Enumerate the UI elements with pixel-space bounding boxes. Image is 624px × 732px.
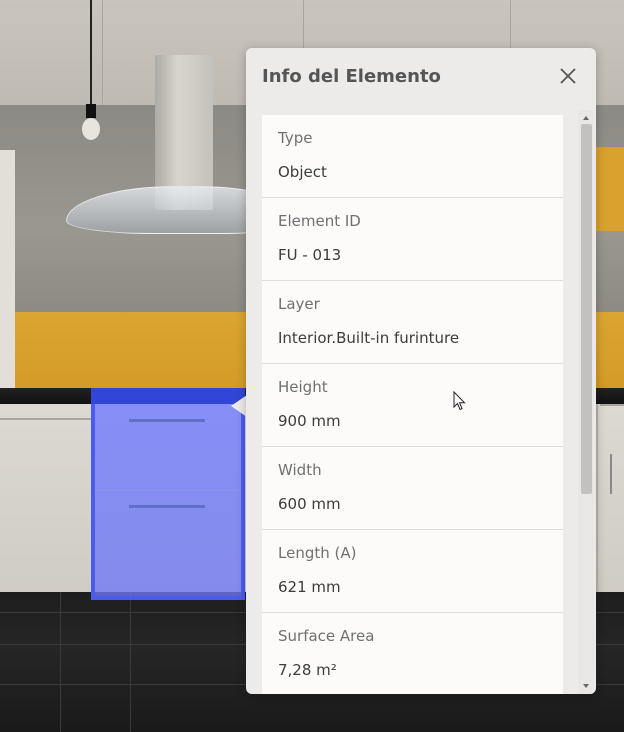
property-label: Surface Area [278,627,375,645]
close-icon [560,68,576,84]
pendant-lamp-icon [82,118,100,140]
ceiling-seam [102,0,103,105]
mouse-pointer-icon [453,391,466,411]
property-row-element-id: Element ID FU - 013 [262,198,563,281]
scroll-down-button[interactable] [578,678,594,692]
element-info-panel: Info del Elemento Type Object Element ID… [246,48,596,694]
cabinet-handle [0,418,91,420]
pendant-cap [86,104,96,118]
property-label: Element ID [278,212,361,230]
cabinet-handle [610,454,612,494]
property-label: Width [278,461,322,479]
tall-cabinet [0,150,15,390]
selected-cabinet[interactable] [91,388,245,600]
panel-pointer [231,395,247,417]
scroll-up-button[interactable] [578,110,594,124]
pendant-cord [90,0,92,105]
property-value: 600 mm [278,495,341,513]
yellow-wall-cabinet [596,147,624,231]
property-label: Type [278,129,313,147]
property-row-surface-area: Surface Area 7,28 m² [262,613,563,694]
property-list[interactable]: Type Object Element ID FU - 013 Layer In… [262,115,563,694]
property-value: 7,28 m² [278,661,337,679]
property-value: 621 mm [278,578,341,596]
property-row-type: Type Object [262,115,563,198]
property-row-length: Length (A) 621 mm [262,530,563,613]
drawer-divider [95,490,241,491]
cabinet-edge [600,404,624,406]
property-row-width: Width 600 mm [262,447,563,530]
property-value: Interior.Built-in furinture [278,329,460,347]
floor-tile-seam [130,592,131,732]
panel-title: Info del Elemento [262,66,441,87]
property-label: Length (A) [278,544,357,562]
property-value: 900 mm [278,412,341,430]
property-row-height: Height 900 mm [262,364,563,447]
scroll-down-icon [583,684,589,688]
selected-cabinet-top [91,388,245,404]
scroll-up-icon [583,116,589,120]
property-label: Height [278,378,328,396]
property-label: Layer [278,295,320,313]
panel-scrollbar[interactable] [578,110,594,694]
property-value: Object [278,163,327,181]
drawer-handle [129,419,205,422]
scroll-thumb[interactable] [581,124,592,494]
cabinet-seam [596,404,598,594]
close-button[interactable] [554,62,582,90]
floor-tile-seam [60,592,61,732]
property-row-layer: Layer Interior.Built-in furinture [262,281,563,364]
property-value: FU - 013 [278,246,342,264]
drawer-handle [129,505,205,508]
